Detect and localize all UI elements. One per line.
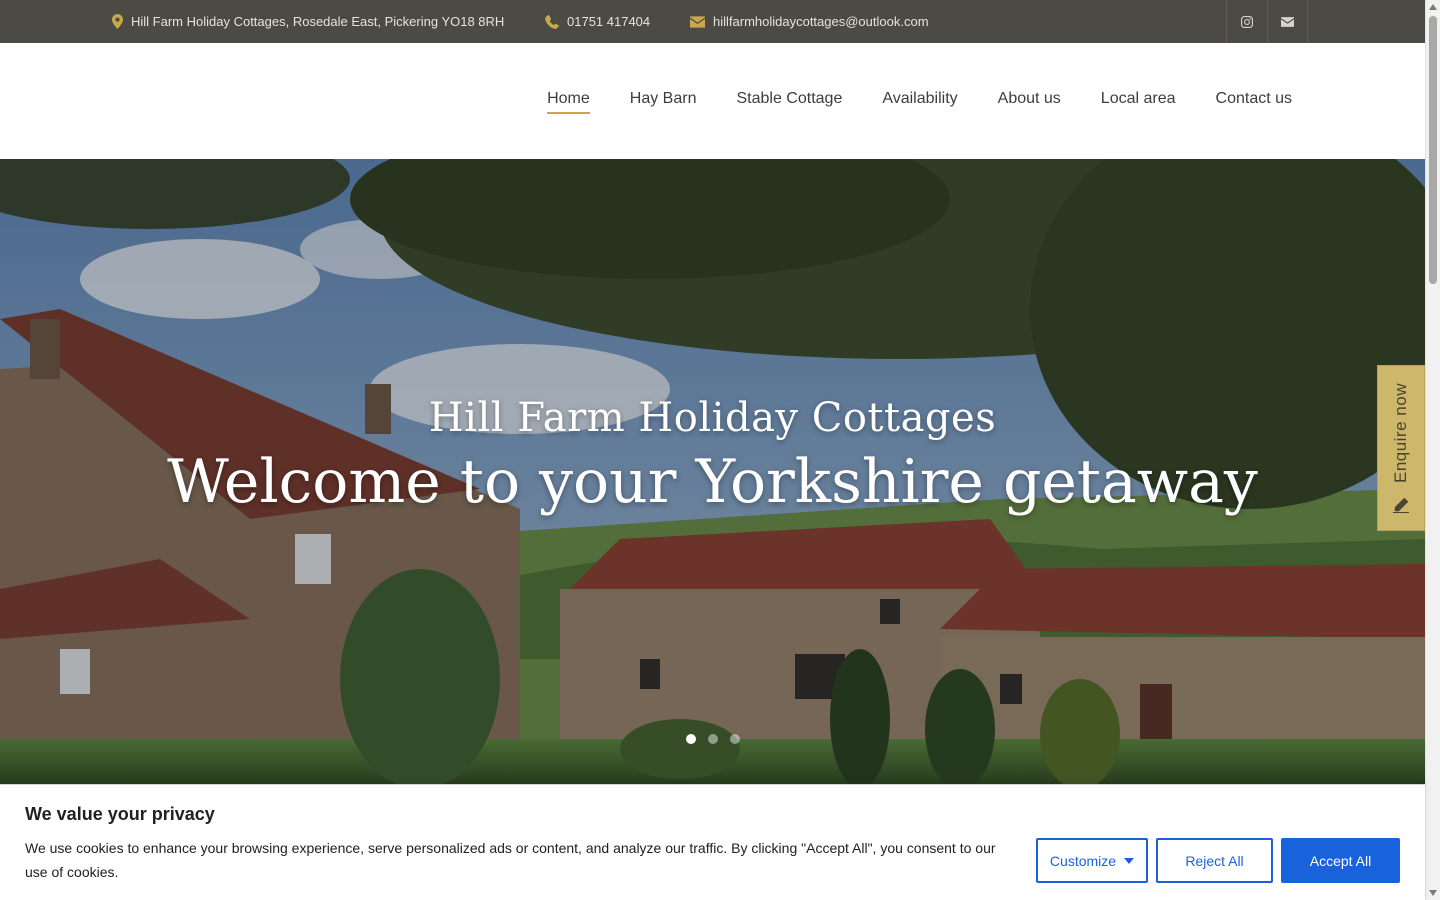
caret-down-icon bbox=[1124, 857, 1135, 864]
cookie-heading: We value your privacy bbox=[25, 804, 215, 824]
scroll-thumb[interactable] bbox=[1429, 16, 1437, 284]
phone-text[interactable]: 01751 417404 bbox=[567, 14, 650, 29]
nav-item-availability[interactable]: Availability bbox=[882, 90, 957, 112]
envelope-icon bbox=[690, 15, 705, 28]
email-text[interactable]: hillfarmholidaycottages@outlook.com bbox=[713, 14, 929, 29]
map-pin-icon bbox=[112, 14, 123, 29]
main-nav: Home Hay Barn Stable Cottage Availabilit… bbox=[547, 43, 1292, 159]
address-info: Hill Farm Holiday Cottages, Rosedale Eas… bbox=[112, 0, 504, 43]
slider-dots bbox=[686, 734, 740, 744]
slider-dot-2[interactable] bbox=[708, 734, 718, 744]
scroll-up-arrow[interactable] bbox=[1429, 4, 1437, 10]
scroll-down-arrow[interactable] bbox=[1429, 890, 1437, 896]
nav-item-hay-barn[interactable]: Hay Barn bbox=[630, 90, 697, 112]
nav-item-home[interactable]: Home bbox=[547, 90, 590, 114]
instagram-icon bbox=[1241, 15, 1253, 28]
accept-all-button[interactable]: Accept All bbox=[1281, 838, 1400, 883]
reject-all-button[interactable]: Reject All bbox=[1156, 838, 1273, 883]
site-header: Home Hay Barn Stable Cottage Availabilit… bbox=[0, 43, 1425, 159]
pencil-icon bbox=[1393, 497, 1409, 513]
customize-label: Customize bbox=[1049, 852, 1117, 869]
instagram-link[interactable] bbox=[1226, 0, 1267, 43]
top-info-bar: Hill Farm Holiday Cottages, Rosedale Eas… bbox=[0, 0, 1425, 43]
phone-icon bbox=[545, 14, 559, 29]
nav-item-contact-us[interactable]: Contact us bbox=[1216, 90, 1292, 112]
cookie-text: We use cookies to enhance your browsing … bbox=[25, 840, 996, 880]
slider-dot-1[interactable] bbox=[686, 734, 696, 744]
address-text: Hill Farm Holiday Cottages, Rosedale Eas… bbox=[131, 14, 505, 29]
page-scrollbar[interactable] bbox=[1425, 0, 1440, 900]
hero-slider: Hill Farm Holiday Cottages Welcome to yo… bbox=[0, 159, 1425, 784]
email-info[interactable]: hillfarmholidaycottages@outlook.com bbox=[690, 0, 929, 43]
customize-button[interactable]: Customize bbox=[1036, 838, 1148, 883]
slider-dot-3[interactable] bbox=[730, 734, 740, 744]
cookie-consent-banner: We value your privacy We use cookies to … bbox=[0, 784, 1425, 900]
hero-title: Welcome to your Yorkshire getaway bbox=[167, 447, 1258, 517]
mail-icon bbox=[1281, 16, 1294, 27]
email-link[interactable] bbox=[1267, 0, 1308, 43]
nav-item-about-us[interactable]: About us bbox=[998, 90, 1061, 112]
enquire-now-tab[interactable]: Enquire now bbox=[1377, 365, 1425, 531]
enquire-now-label: Enquire now bbox=[1391, 382, 1410, 483]
phone-info[interactable]: 01751 417404 bbox=[545, 0, 650, 43]
nav-item-local-area[interactable]: Local area bbox=[1101, 90, 1176, 112]
nav-item-stable-cottage[interactable]: Stable Cottage bbox=[736, 90, 842, 112]
hero-subtitle: Hill Farm Holiday Cottages bbox=[428, 395, 997, 441]
